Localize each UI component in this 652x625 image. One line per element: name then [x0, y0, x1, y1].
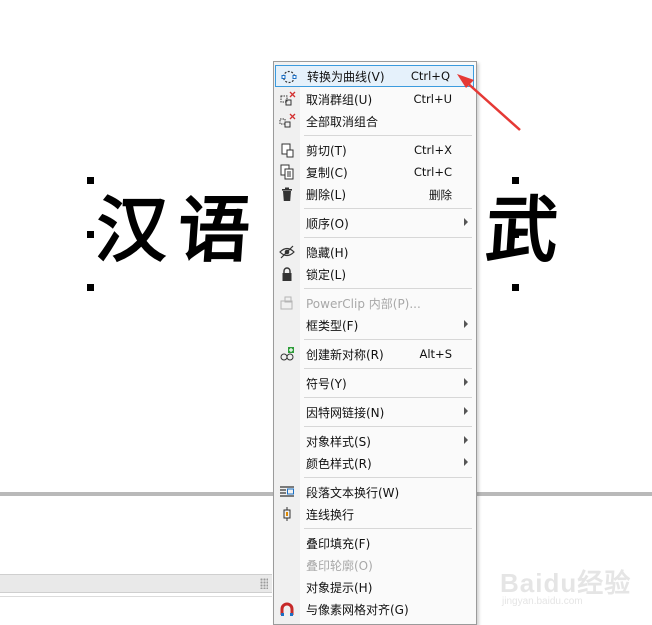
ungroup-icon	[280, 91, 296, 106]
trash-icon	[282, 187, 292, 201]
menu-item-symbol[interactable]: 符号(Y)	[274, 372, 476, 394]
menu-item-overprint-outline[interactable]: 叠印轮廓(O)	[274, 554, 476, 576]
submenu-arrow-icon	[464, 320, 468, 328]
menu-item-copy[interactable]: 复制(C) Ctrl+C	[274, 161, 476, 183]
selection-handle-mid-left[interactable]	[87, 231, 94, 238]
selection-handle-bottom-right[interactable]	[512, 284, 519, 291]
menu-item-convert-to-curves[interactable]: 转换为曲线(V) Ctrl+Q	[275, 65, 474, 87]
submenu-arrow-icon	[464, 458, 468, 466]
menu-separator	[304, 477, 472, 478]
copy-icon	[280, 164, 294, 180]
menu-item-overprint-fill[interactable]: 叠印填充(F)	[274, 532, 476, 554]
powerclip-icon	[280, 296, 293, 310]
menu-item-powerclip-inside[interactable]: PowerClip 内部(P)...	[274, 292, 476, 314]
menu-separator	[304, 237, 472, 238]
symmetry-icon	[280, 347, 294, 361]
annotation-arrow-icon	[457, 74, 521, 131]
menu-item-internet-link[interactable]: 因特网链接(N)	[274, 401, 476, 423]
selection-handle-bottom-left[interactable]	[87, 284, 94, 291]
artwork-text-tail: 武	[483, 187, 572, 272]
menu-item-connector-wrap[interactable]: 连线换行	[274, 503, 476, 525]
status-strip	[0, 574, 272, 593]
menu-separator	[304, 426, 472, 427]
cut-icon	[281, 143, 294, 158]
connector-wrap-icon	[283, 507, 291, 521]
lock-icon	[282, 267, 292, 281]
resize-grip-icon[interactable]	[260, 578, 268, 589]
menu-item-object-styles[interactable]: 对象样式(S)	[274, 430, 476, 452]
menu-item-order[interactable]: 顺序(O)	[274, 212, 476, 234]
context-menu: 转换为曲线(V) Ctrl+Q 取消群组(U) Ctrl+U 全部取消组合 剪切…	[273, 61, 477, 625]
menu-item-ungroup-all[interactable]: 全部取消组合	[274, 110, 476, 132]
menu-item-paragraph-wrap[interactable]: 段落文本换行(W)	[274, 481, 476, 503]
menu-item-snap-pixel-grid[interactable]: 与像素网格对齐(G)	[274, 598, 476, 620]
watermark-url: jingyan.baidu.com	[502, 596, 583, 607]
watermark-brand: Baidu经验	[500, 568, 632, 598]
menu-item-color-styles[interactable]: 颜色样式(R)	[274, 452, 476, 474]
menu-separator	[304, 528, 472, 529]
menu-item-ungroup[interactable]: 取消群组(U) Ctrl+U	[274, 88, 476, 110]
selection-handle-mid-right[interactable]	[512, 231, 519, 238]
submenu-arrow-icon	[464, 436, 468, 444]
selection-handle-top-right[interactable]	[512, 177, 519, 184]
menu-item-delete[interactable]: 删除(L) 删除	[274, 183, 476, 205]
convert-to-curves-icon	[281, 70, 297, 84]
baidu-watermark: Baidu经验 jingyan.baidu.com	[500, 563, 650, 615]
pixel-snap-magnet-icon	[280, 602, 294, 616]
status-strip-secondary	[0, 596, 272, 611]
menu-separator	[304, 135, 472, 136]
menu-separator	[304, 339, 472, 340]
menu-separator	[304, 368, 472, 369]
menu-item-cut[interactable]: 剪切(T) Ctrl+X	[274, 139, 476, 161]
selection-handle-top-left[interactable]	[87, 177, 94, 184]
text-wrap-icon	[280, 486, 294, 497]
menu-item-create-symmetry[interactable]: 创建新对称(R) Alt+S	[274, 343, 476, 365]
submenu-arrow-icon	[464, 407, 468, 415]
menu-separator	[304, 288, 472, 289]
hide-eye-icon	[279, 245, 295, 259]
selected-artwork-text[interactable]: 汉语 武	[93, 186, 571, 274]
artwork-text-visible: 汉语	[93, 187, 264, 272]
menu-item-object-hints[interactable]: 对象提示(H)	[274, 576, 476, 598]
menu-item-frame-type[interactable]: 框类型(F)	[274, 314, 476, 336]
menu-item-lock[interactable]: 锁定(L)	[274, 263, 476, 285]
menu-item-hide[interactable]: 隐藏(H)	[274, 241, 476, 263]
ungroup-all-icon	[279, 113, 296, 128]
menu-separator	[304, 397, 472, 398]
menu-separator	[304, 208, 472, 209]
submenu-arrow-icon	[464, 378, 468, 386]
submenu-arrow-icon	[464, 218, 468, 226]
